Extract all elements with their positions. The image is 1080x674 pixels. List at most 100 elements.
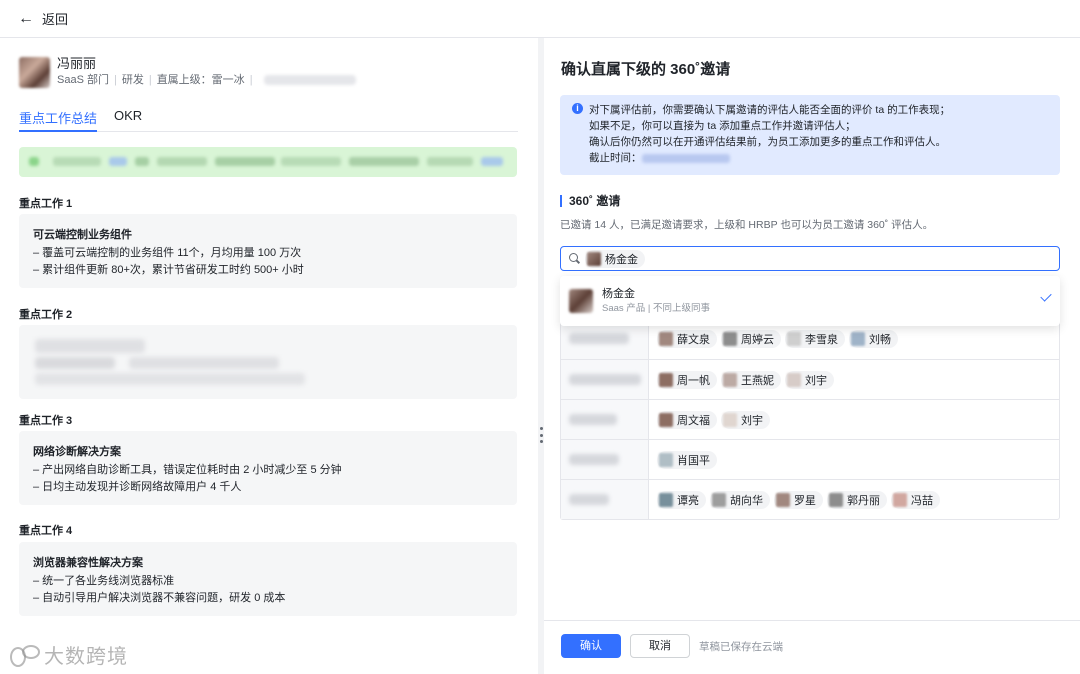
- avatar: [851, 332, 865, 346]
- avatar: [659, 492, 673, 507]
- meta-separator: |: [249, 74, 253, 86]
- table-row: 肖国平: [561, 439, 1059, 479]
- reviewer-name: 王燕妮: [741, 374, 774, 387]
- avatar: [659, 452, 673, 467]
- redacted-info: [263, 75, 356, 85]
- reviewer-chip[interactable]: 肖国平: [657, 450, 717, 469]
- row-reviewers: 周文福 刘宇: [657, 400, 774, 439]
- table-row: 周文福 刘宇: [561, 399, 1059, 439]
- row-reviewers: 谭亮 胡向华 罗星 郭丹丽 冯喆: [657, 480, 944, 519]
- reviewer-chip[interactable]: 王燕妮: [721, 370, 781, 389]
- left-pane: 冯丽丽 SaaS 部门 | 研发 | 直属上级：雷一冰 | 重点工作总结 OKR…: [0, 38, 538, 674]
- row-category: [561, 480, 649, 519]
- meta-separator: |: [113, 74, 117, 86]
- reviewer-chip[interactable]: 李雪泉: [785, 330, 845, 348]
- reviewer-name: 李雪泉: [805, 334, 838, 346]
- right-pane: 确认直属下级的 360˚邀请 i 对下属评估前，你需要确认下属邀请的评估人能否全…: [544, 38, 1080, 674]
- table-row: 周一帆 王燕妮 刘宇: [561, 359, 1059, 399]
- notice-line: 确认后你仍然可以在开通评估结果前，为员工添加更多的重点工作和评估人。: [589, 136, 946, 148]
- avatar: [659, 412, 673, 427]
- section-title: 重点工作 1: [19, 198, 73, 210]
- row-category: [561, 440, 649, 479]
- work-card: 浏览器兼容性解决方案 – 统一了各业务线浏览器标准 – 自动引导用户解决浏览器不…: [19, 542, 517, 616]
- meta-separator: |: [148, 74, 152, 86]
- section-title: 重点工作 3: [19, 415, 73, 427]
- work-detail: – 日均主动发现并诊断网络故障用户 4 千人: [33, 481, 242, 493]
- row-category: [561, 400, 649, 439]
- watermark-logo-icon: [10, 644, 40, 667]
- reviewer-chip[interactable]: 胡向华: [710, 490, 770, 509]
- work-card: 可云端控制业务组件 – 覆盖可云端控制的业务组件 11个，月均用量 100 万次…: [19, 214, 517, 288]
- reviewer-chip[interactable]: 刘宇: [721, 410, 770, 429]
- reviewer-chip[interactable]: 刘宇: [785, 370, 834, 389]
- panel-title: 确认直属下级的 360˚邀请: [561, 61, 731, 78]
- reviewer-name: 郭丹丽: [847, 494, 880, 507]
- reviewer-chip[interactable]: 冯喆: [891, 490, 940, 509]
- search-result-option[interactable]: 杨金金 Saas 产品 | 不同上级同事: [560, 276, 1060, 326]
- reviewer-name: 冯喆: [911, 494, 933, 507]
- watermark-text: 大数跨境: [44, 646, 128, 668]
- reviewer-name: 刘畅: [869, 334, 891, 346]
- notice-box: i 对下属评估前，你需要确认下属邀请的评估人能否全面的评价 ta 的工作表现； …: [560, 95, 1060, 175]
- info-icon: i: [572, 103, 583, 114]
- footer-divider: [544, 620, 1080, 621]
- row-reviewers: 肖国平: [657, 440, 721, 479]
- deadline-label: 截止时间：: [589, 152, 642, 164]
- section-title: 重点工作 4: [19, 525, 73, 537]
- notice-line: 对下属评估前，你需要确认下属邀请的评估人能否全面的评价 ta 的工作表现；: [589, 104, 951, 116]
- work-title: 网络诊断解决方案: [33, 446, 121, 458]
- reviewer-chip[interactable]: 谭亮: [657, 490, 706, 509]
- top-bar: ← 返回: [0, 0, 1080, 38]
- avatar: [569, 289, 593, 313]
- reviewer-chip[interactable]: 刘畅: [849, 330, 898, 348]
- reviewer-name: 罗星: [794, 494, 816, 507]
- avatar: [587, 251, 601, 266]
- tab-key-work-summary[interactable]: 重点工作总结: [19, 108, 98, 132]
- tab-okr[interactable]: OKR: [114, 108, 142, 132]
- notice-line: 如果不足，你可以直接为 ta 添加重点工作并邀请评估人；: [589, 120, 856, 132]
- employee-name: 冯丽丽: [57, 56, 97, 71]
- selected-person-chip[interactable]: 杨金金: [585, 249, 645, 268]
- summary-tabs: 重点工作总结 OKR: [19, 108, 518, 132]
- invite-description: 已邀请 14 人，已满足邀请要求，上级和 HRBP 也可以为员工邀请 360˚ …: [560, 219, 934, 231]
- work-detail: – 统一了各业务线浏览器标准: [33, 575, 175, 587]
- reviewer-name: 刘宇: [805, 374, 827, 387]
- reviewer-chip[interactable]: 周一帆: [657, 370, 717, 389]
- employee-profile: 冯丽丽 SaaS 部门 | 研发 | 直属上级：雷一冰 |: [19, 56, 356, 88]
- reviewer-name: 周婷云: [741, 334, 774, 346]
- avatar: [659, 372, 673, 387]
- employee-dept: SaaS 部门: [57, 74, 109, 86]
- avatar: [829, 492, 843, 507]
- draft-status: 草稿已保存在云端: [699, 641, 783, 653]
- reviewer-name: 胡向华: [730, 494, 763, 507]
- employee-meta: SaaS 部门 | 研发 | 直属上级：雷一冰 |: [57, 72, 356, 88]
- work-title: 浏览器兼容性解决方案: [33, 557, 143, 569]
- work-detail: – 覆盖可云端控制的业务组件 11个，月均用量 100 万次: [33, 247, 302, 259]
- back-button[interactable]: 返回: [42, 9, 68, 28]
- work-detail: – 自动引导用户解决浏览器不兼容问题，研发 0 成本: [33, 592, 286, 604]
- option-subtitle: Saas 产品 | 不同上级同事: [602, 302, 711, 314]
- avatar: [723, 412, 737, 427]
- reviewer-name: 肖国平: [677, 454, 710, 467]
- cancel-button[interactable]: 取消: [630, 634, 690, 658]
- reviewer-chip[interactable]: 周文福: [657, 410, 717, 429]
- redacted-date: [641, 153, 730, 163]
- reviewer-chip[interactable]: 罗星: [774, 490, 823, 509]
- avatar: [776, 492, 790, 507]
- employee-team: 研发: [121, 74, 144, 86]
- avatar: [787, 332, 801, 346]
- back-arrow-icon[interactable]: ←: [18, 10, 34, 28]
- avatar: [723, 372, 737, 387]
- reviewer-name: 谭亮: [677, 494, 699, 507]
- reviewer-search-input[interactable]: 杨金金: [560, 246, 1060, 271]
- chip-label: 杨金金: [605, 253, 638, 266]
- reviewer-chip[interactable]: 郭丹丽: [827, 490, 887, 509]
- work-title: 可云端控制业务组件: [33, 229, 132, 241]
- reviewer-name: 刘宇: [741, 414, 763, 427]
- redacted-status-banner: [19, 147, 517, 177]
- section-title: 重点工作 2: [19, 309, 73, 321]
- reviewer-chip[interactable]: 周婷云: [721, 330, 781, 348]
- confirm-button[interactable]: 确认: [561, 634, 621, 658]
- avatar: [712, 492, 726, 507]
- reviewer-chip[interactable]: 薛文泉: [657, 330, 717, 348]
